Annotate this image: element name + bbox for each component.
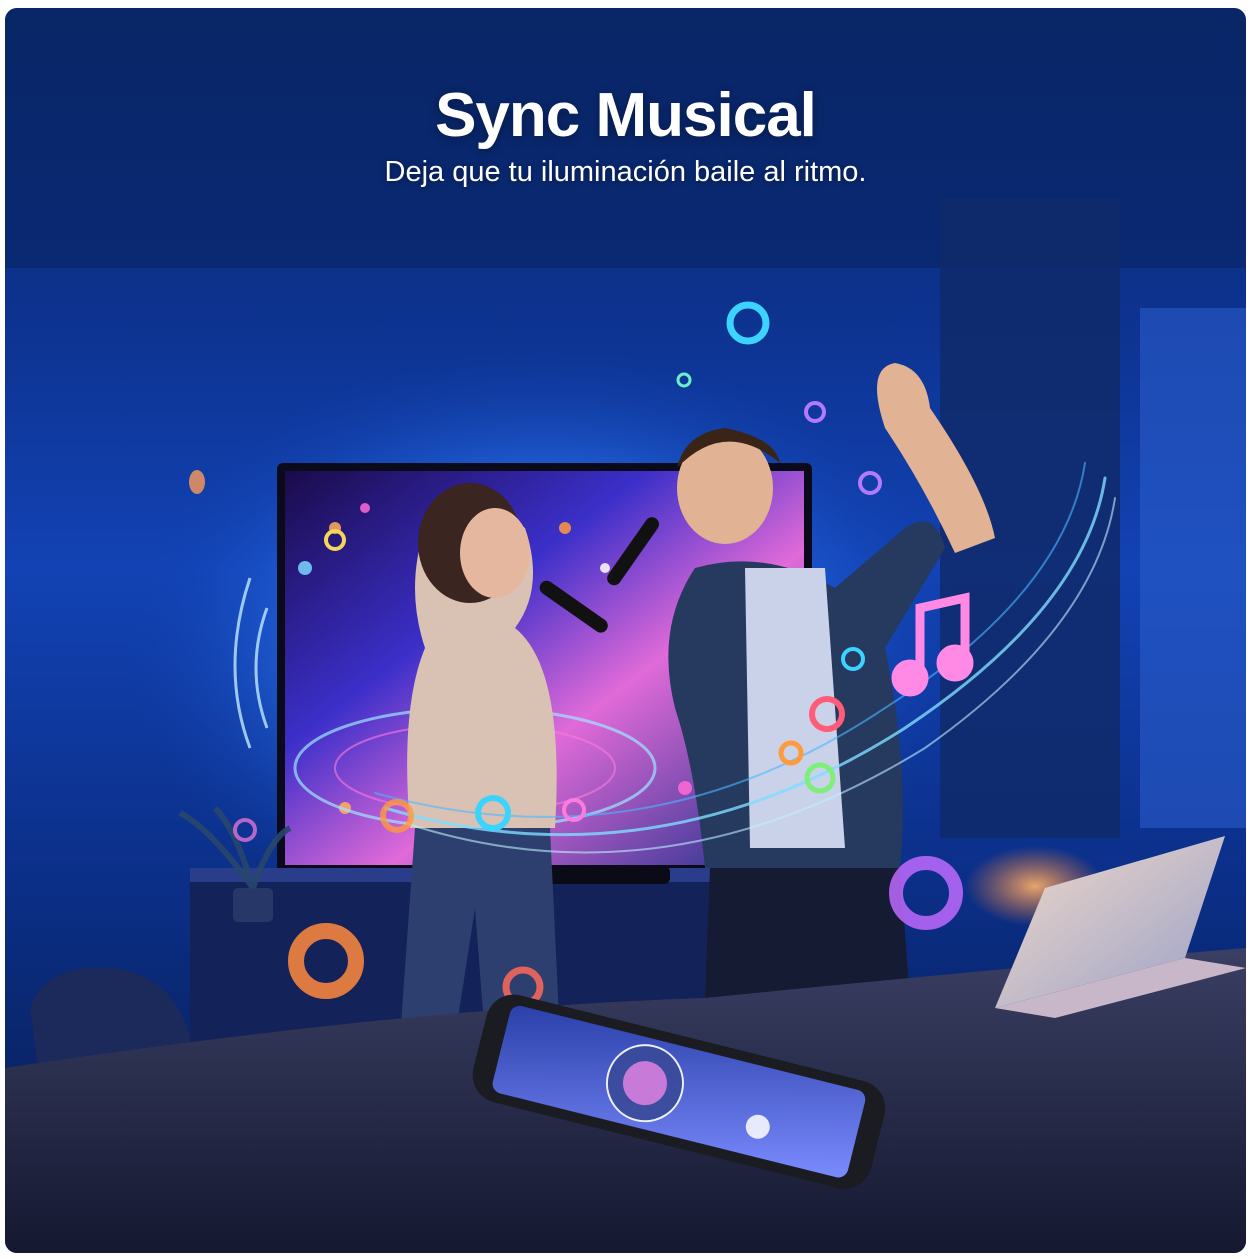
karaoke-scene <box>5 8 1246 1253</box>
hero-subtitle: Deja que tu iluminación baile al ritmo. <box>384 156 867 188</box>
soundbar <box>540 866 670 884</box>
hero-title: Sync Musical <box>435 81 817 150</box>
hero-image-frame: Sync Musical Deja que tu iluminación bai… <box>5 8 1246 1253</box>
